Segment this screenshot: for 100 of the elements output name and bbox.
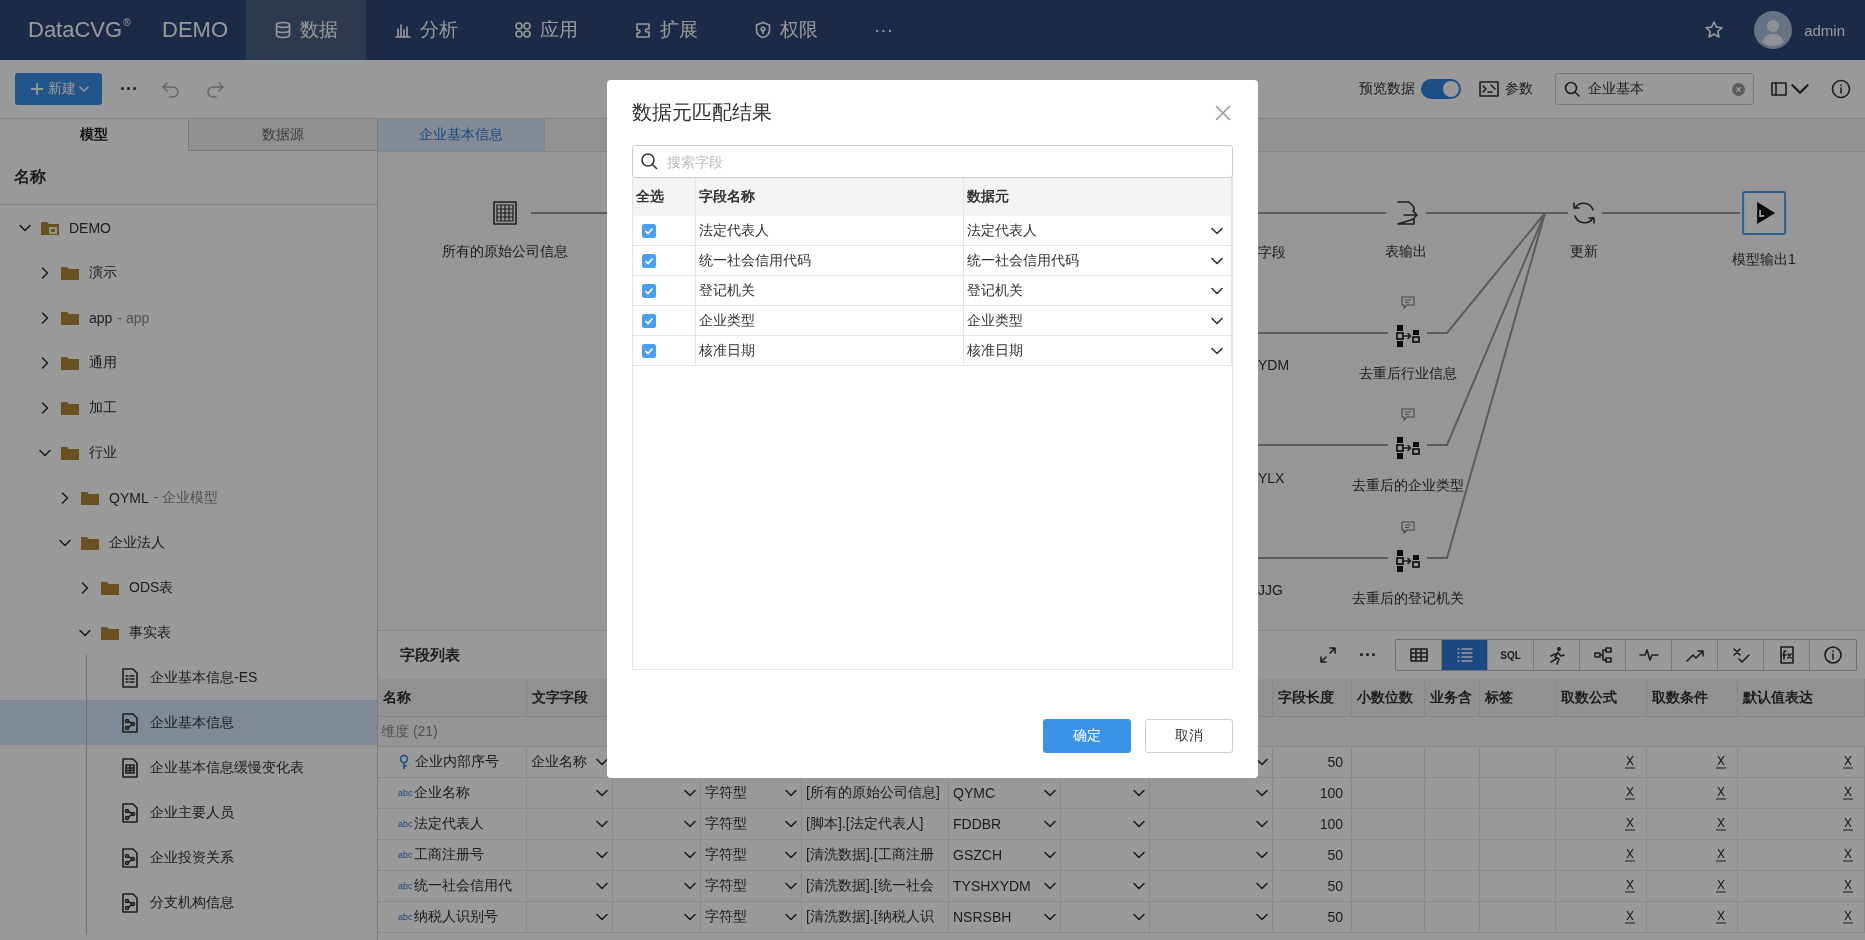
expression-icon[interactable] (1624, 755, 1636, 769)
checkbox[interactable] (642, 313, 656, 328)
expression-icon[interactable] (1624, 786, 1636, 800)
expression-icon[interactable] (1842, 910, 1854, 924)
expression-icon[interactable] (1624, 817, 1636, 831)
dropdown-field[interactable]: 字符型 (705, 840, 797, 870)
nav-tab[interactable]: 应用 (486, 0, 606, 60)
tree-item[interactable]: 企业主要人员 (0, 790, 377, 835)
expression-icon[interactable] (1715, 910, 1727, 924)
dropdown-field[interactable]: 法定代表人 (967, 216, 1231, 245)
dropdown-field[interactable]: 企业名称 (531, 747, 608, 777)
dropdown-field[interactable]: GSZCH (953, 840, 1056, 870)
list-icon (1454, 645, 1475, 665)
expression-icon[interactable] (1624, 848, 1636, 862)
more-button[interactable]: ··· (120, 78, 138, 100)
expression-icon[interactable] (1715, 786, 1727, 800)
expression-icon[interactable] (1842, 755, 1854, 769)
nav-tab[interactable]: 权限 (726, 0, 846, 60)
field-name: 企业内部序号 (415, 753, 499, 771)
star-icon[interactable] (1704, 20, 1725, 40)
expression-icon[interactable] (1842, 879, 1854, 893)
tree-item[interactable]: 事实表 (0, 610, 377, 655)
table-cell: [清洗数据].[工商注册 (802, 840, 949, 871)
tree-item[interactable]: 企业法人 (0, 520, 377, 565)
folder-icon (60, 354, 80, 371)
tree-item[interactable]: 通用 (0, 340, 377, 385)
layout-button[interactable] (1770, 80, 1809, 98)
dropdown-field[interactable]: 字符型 (705, 902, 797, 932)
tree-item[interactable]: QYML - 企业模型 (0, 475, 377, 520)
more-button[interactable]: ··· (1359, 644, 1377, 666)
sidebar-tab[interactable]: 数据源 (188, 119, 377, 151)
checkbox[interactable] (642, 283, 656, 298)
tree-label: 通用 (89, 353, 117, 372)
nav-tab[interactable]: 分析 (366, 0, 486, 60)
expression-icon[interactable] (1624, 910, 1636, 924)
refresh-icon[interactable] (1570, 199, 1598, 227)
confirm-button[interactable]: 确定 (1043, 719, 1131, 753)
tree-item[interactable]: 企业投资关系 (0, 835, 377, 880)
search-field[interactable]: 搜索字段 (632, 145, 1233, 178)
column-header: 默认值表达 (1738, 679, 1865, 717)
checkbox[interactable] (642, 343, 656, 358)
nav-tab[interactable]: ··· (846, 0, 921, 60)
avatar-icon[interactable] (1754, 11, 1793, 49)
dropdown-field[interactable]: QYMC (953, 778, 1056, 808)
caret-icon (1211, 346, 1223, 355)
nav-tab[interactable]: 数据 (246, 0, 366, 60)
table-icon (1408, 645, 1429, 665)
dropdown-field[interactable]: FDDBR (953, 809, 1056, 839)
tree-item[interactable]: 企业基本信息 (0, 700, 377, 745)
caret-icon (1256, 789, 1268, 797)
tree-item[interactable]: 企业基本信息缓慢变化表 (0, 745, 377, 790)
caret-icon (1133, 851, 1145, 859)
expression-icon[interactable] (1715, 879, 1727, 893)
node-label: 去重后的登记机关 (1352, 590, 1464, 608)
expression-icon[interactable] (1715, 848, 1727, 862)
node-label: YLX (1258, 470, 1285, 486)
dropdown-field[interactable]: 字符型 (705, 778, 797, 808)
dropdown-field[interactable]: 统一社会信用代码 (967, 246, 1231, 275)
tree-item[interactable]: 行业 (0, 430, 377, 475)
checkbox[interactable] (642, 223, 656, 238)
close-icon[interactable] (1215, 104, 1231, 121)
tree-item[interactable]: 加工 (0, 385, 377, 430)
checkbox[interactable] (642, 253, 656, 268)
node-label: 表输出 (1385, 243, 1427, 261)
caret-icon (596, 758, 608, 766)
dropdown-field[interactable]: NSRSBH (953, 902, 1056, 932)
dropdown-field[interactable]: 企业类型 (967, 306, 1231, 335)
caret-icon (596, 789, 608, 797)
tree-item[interactable]: app - app (0, 295, 377, 340)
expression-icon[interactable] (1842, 817, 1854, 831)
search-icon (1564, 81, 1580, 97)
tree-item[interactable]: DEMO (0, 205, 377, 250)
output-node[interactable] (1742, 191, 1786, 235)
info-icon[interactable] (1831, 79, 1851, 99)
expression-icon[interactable] (1624, 879, 1636, 893)
nav-tab[interactable]: 扩展 (606, 0, 726, 60)
table-cell: 统一社会信用代码 (696, 246, 964, 276)
tree-item[interactable]: 分支机构信息 (0, 880, 377, 925)
shield-icon (754, 21, 772, 39)
dropdown-field[interactable]: 登记机关 (967, 276, 1231, 305)
tree-item[interactable]: 演示 (0, 250, 377, 295)
dropdown-field[interactable]: 字符型 (705, 871, 797, 901)
dropdown-field[interactable]: 核准日期 (967, 336, 1231, 365)
preview-toggle[interactable] (1421, 79, 1461, 99)
expression-icon[interactable] (1842, 786, 1854, 800)
user-name[interactable]: admin (1804, 21, 1845, 39)
cancel-button[interactable]: 取消 (1145, 719, 1233, 753)
tree-item[interactable]: 企业基本信息-ES (0, 655, 377, 700)
params-button[interactable]: 参数 (1479, 80, 1533, 98)
expression-icon[interactable] (1715, 755, 1727, 769)
grid-table-icon[interactable] (491, 199, 519, 227)
dropdown-field[interactable]: TYSHXYDM (953, 871, 1056, 901)
search-field[interactable]: 企业基本 (1555, 73, 1754, 105)
expression-icon[interactable] (1842, 848, 1854, 862)
dropdown-field[interactable]: 字符型 (705, 809, 797, 839)
view-button[interactable] (1396, 640, 1442, 670)
expand-icon[interactable] (1319, 646, 1337, 664)
tree-label: 企业基本信息 (150, 713, 234, 732)
expression-icon[interactable] (1715, 817, 1727, 831)
tree-item[interactable]: ODS表 (0, 565, 377, 610)
